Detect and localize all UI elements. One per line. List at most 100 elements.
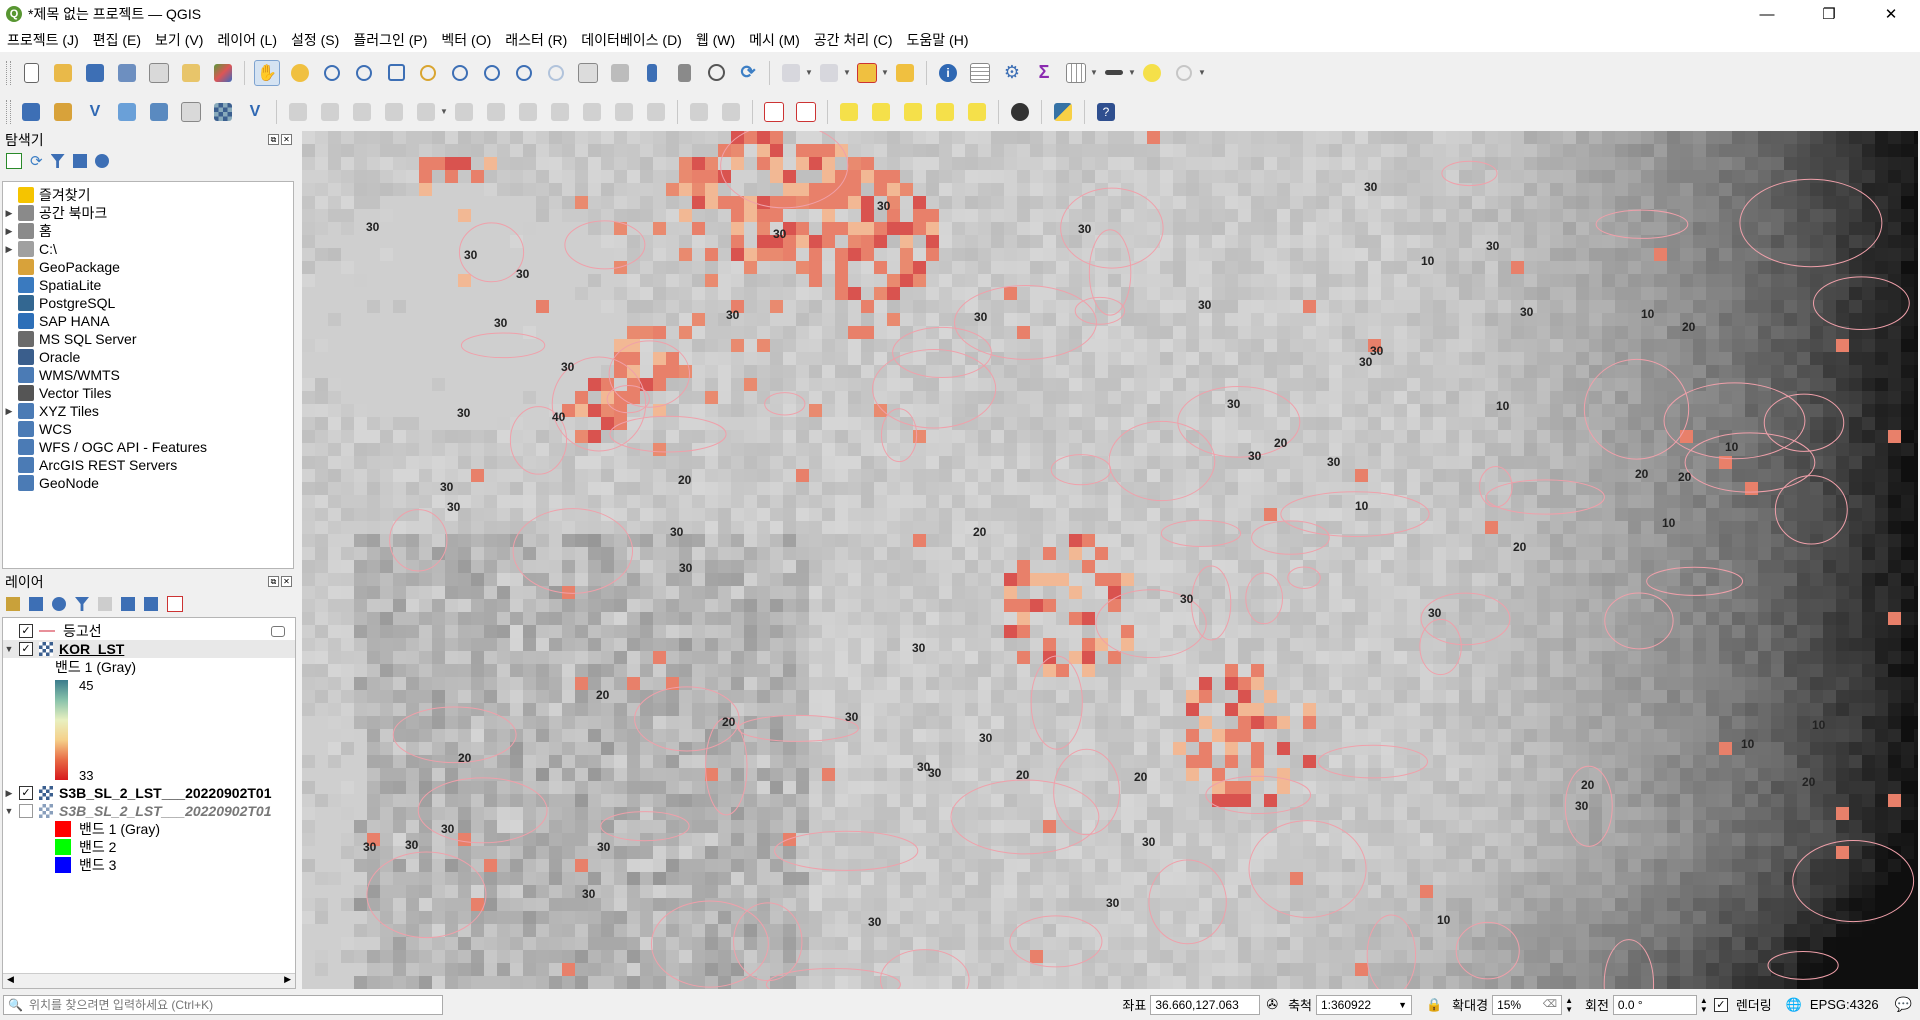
visibility-icon[interactable] [52,597,66,611]
browser-item[interactable]: ▶ XYZ Tiles [3,402,293,420]
float-panel-icon[interactable]: ⧉ [268,134,279,145]
zoom-to-selection-button[interactable] [416,61,440,85]
layer-row-contour[interactable]: ✓ 등고선 [3,622,295,640]
close-panel-icon[interactable]: ✕ [281,576,292,587]
select-features-button[interactable] [779,61,803,85]
change-label-button[interactable] [965,100,989,124]
chevron-down-icon[interactable]: ▼ [843,68,851,77]
browser-item[interactable]: GeoNode [3,474,293,492]
copy-button[interactable] [548,100,572,124]
minimize-button[interactable]: — [1744,0,1790,28]
menu-help[interactable]: 도움말 (H) [900,30,976,50]
zoom-full-button[interactable] [384,61,408,85]
save-as-button[interactable] [115,61,139,85]
collapse-all-icon[interactable] [72,154,87,168]
browser-item[interactable]: PostgreSQL [3,294,293,312]
new-virtual-layer-button[interactable] [179,100,203,124]
print-layout-button[interactable] [147,61,171,85]
expand-all-icon[interactable] [121,597,135,611]
chevron-right-icon[interactable]: ▶ [3,244,15,255]
new-temp-layer-button[interactable] [147,100,171,124]
browser-item[interactable]: WCS [3,420,293,438]
pan-map-button[interactable]: ✋ [254,59,280,86]
chevron-down-icon[interactable]: ▼ [3,644,15,654]
open-project-button[interactable] [51,61,75,85]
identify-button[interactable]: i [936,61,960,85]
zoom-out-button[interactable] [352,61,376,85]
restore-button[interactable]: ❐ [1806,0,1852,28]
digitize-shape-button[interactable] [687,100,711,124]
open-attribute-table-button[interactable] [1064,61,1088,85]
save-edits-button[interactable] [350,100,374,124]
menu-view[interactable]: 보기 (V) [148,30,210,50]
browser-item[interactable]: ▶ 홈 [3,222,293,240]
zoom-next-button[interactable] [544,61,568,85]
new-3d-view-button[interactable] [608,61,632,85]
new-project-button[interactable] [19,61,43,85]
browser-item[interactable]: Oracle [3,348,293,366]
chevron-right-icon[interactable]: ▶ [3,788,15,799]
vertex-tool-button[interactable] [414,100,438,124]
zoom-in-button[interactable] [320,61,344,85]
digitize-button[interactable] [382,100,406,124]
cut-button[interactable] [516,100,540,124]
menu-plugins[interactable]: 플러그인 (P) [346,30,434,50]
locator-button[interactable] [1172,61,1196,85]
layer-styling-icon[interactable] [6,597,20,611]
data-source-manager-button[interactable] [19,100,43,124]
pan-to-selection-button[interactable] [288,61,312,85]
chevron-down-icon[interactable]: ▼ [1090,68,1098,77]
python-console-button[interactable] [1051,100,1075,124]
add-selected-icon[interactable] [6,153,22,169]
chevron-down-icon[interactable]: ▼ [881,68,889,77]
statistics-button[interactable]: Σ [1032,61,1056,85]
measure-button[interactable] [1102,61,1126,85]
map-tips-button[interactable] [1140,61,1164,85]
close-button[interactable]: ✕ [1868,0,1914,28]
paste-button[interactable] [580,100,604,124]
layer-checkbox[interactable] [19,804,33,818]
new-shapefile-button[interactable]: V [83,100,107,124]
menu-mesh[interactable]: 메시 (M) [742,30,807,50]
chevron-down-icon[interactable]: ▼ [805,68,813,77]
menu-processing[interactable]: 공간 처리 (C) [807,30,900,50]
redo-button[interactable] [644,100,668,124]
chevron-down-icon[interactable]: ▼ [3,806,15,816]
chevron-down-icon[interactable]: ▼ [440,107,448,116]
browser-item[interactable]: ▶ C:\ [3,240,293,258]
filter-legend-icon[interactable] [75,597,89,611]
show-bookmarks-button[interactable] [672,61,696,85]
browser-item[interactable]: SpatiaLite [3,276,293,294]
style-manager-button[interactable] [211,61,235,85]
browser-item[interactable]: Vector Tiles [3,384,293,402]
zoom-last-button[interactable] [512,61,536,85]
browser-item[interactable]: GeoPackage [3,258,293,276]
browser-item[interactable]: ▶ 공간 북마크 [3,204,293,222]
toggle-editing-button[interactable] [318,100,342,124]
map-raster[interactable]: 3030303030303030303030303030303030303030… [302,131,1918,989]
toolbar-grip[interactable] [6,60,11,85]
toolbar-grip[interactable] [6,99,11,124]
rotate-label-button[interactable] [933,100,957,124]
horizontal-scrollbar[interactable]: ◀ ▶ [3,973,295,988]
menu-raster[interactable]: 래스터 (R) [498,30,574,50]
label-text-button[interactable] [794,100,818,124]
menu-vector[interactable]: 벡터 (O) [434,30,498,50]
temporal-controller-button[interactable] [704,61,728,85]
menu-web[interactable]: 웹 (W) [689,30,742,50]
layer-indicator-icon[interactable] [271,625,285,637]
map-canvas[interactable]: 30 30 30 30 30 30 30 30 30 30 30 30 30 30 30 30 30 30 30 30… [302,131,1918,989]
new-bookmark-button[interactable] [640,61,664,85]
chevron-down-icon[interactable]: ▼ [1198,68,1206,77]
info-icon[interactable] [94,154,109,168]
layout-manager-button[interactable] [179,61,203,85]
offset-curve-button[interactable] [719,100,743,124]
add-group-icon[interactable] [29,597,43,611]
layer-checkbox[interactable]: ✓ [19,624,33,638]
scroll-right-icon[interactable]: ▶ [284,974,291,985]
processing-toolbox-button[interactable]: ⚙ [1000,61,1024,85]
browser-item[interactable]: SAP HANA [3,312,293,330]
filter-icon[interactable] [50,154,65,168]
save-project-button[interactable] [83,61,107,85]
layer-checkbox[interactable]: ✓ [19,642,33,656]
